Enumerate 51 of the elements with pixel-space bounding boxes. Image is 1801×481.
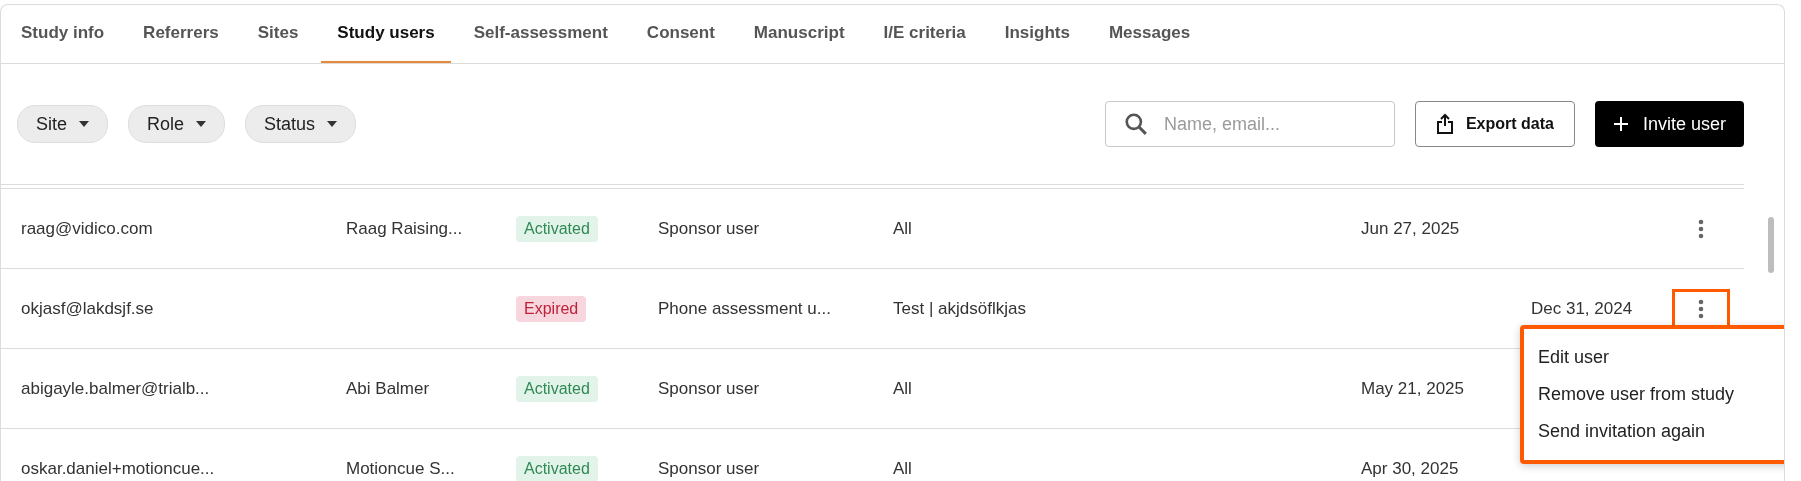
- table-cell-text: All: [893, 458, 913, 479]
- menu-item[interactable]: Remove user from study: [1524, 376, 1749, 413]
- table-cell-text: Sponsor user: [658, 218, 761, 239]
- table-cell-text: All: [893, 218, 913, 239]
- table-cell-text: Raag Raising...: [346, 218, 464, 239]
- table-cell-text: Sponsor user: [658, 378, 761, 399]
- caret-icon: [327, 121, 338, 127]
- kebab-icon: [1698, 218, 1704, 239]
- table-cell-text: Phone assessment u...: [658, 298, 832, 319]
- tab[interactable]: Manuscript: [737, 5, 861, 63]
- filter-dropdown[interactable]: Status: [245, 105, 357, 143]
- tab[interactable]: Self-assessment: [457, 5, 624, 63]
- tab[interactable]: I/E criteria: [867, 5, 982, 63]
- menu-item[interactable]: Send invitation again: [1524, 413, 1720, 450]
- tab[interactable]: Referrers: [127, 5, 235, 63]
- status-badge: Expired: [516, 295, 587, 322]
- tab[interactable]: Consent: [630, 5, 731, 63]
- scrollbar[interactable]: [1768, 217, 1774, 273]
- tab[interactable]: Study users: [321, 5, 451, 63]
- table-cell-text: Dec 31, 2024: [1531, 298, 1634, 319]
- table-cell-text: Test | akjdsöflkjas: [893, 298, 1027, 319]
- kebab-icon: [1698, 298, 1704, 319]
- status-badge: Activated: [516, 455, 598, 481]
- plus-icon: [1612, 116, 1629, 132]
- filter-dropdown[interactable]: Site: [17, 105, 109, 143]
- tab[interactable]: Study info: [5, 5, 121, 63]
- table-cell-text: Motioncue S...: [346, 458, 456, 479]
- export-button[interactable]: Export data: [1414, 101, 1575, 147]
- table-cell-text: May 21, 2025: [1361, 378, 1465, 399]
- filter-dropdown[interactable]: Role: [128, 105, 226, 143]
- table-cell-text: abigayle.balmer@trialb...: [21, 378, 211, 399]
- status-badge: Activated: [516, 375, 598, 402]
- table-cell-text: okjasf@lakdsjf.se: [21, 298, 155, 319]
- table-cell-text: Apr 30, 2025: [1361, 458, 1460, 479]
- table-cell-text: Abi Balmer: [346, 378, 431, 399]
- table-cell-text: Jun 27, 2025: [1361, 218, 1461, 239]
- tab[interactable]: Messages: [1092, 5, 1207, 63]
- table-cell-text: Sponsor user: [658, 458, 761, 479]
- table-cell-text: raag@vidico.com: [21, 218, 154, 239]
- invite-button[interactable]: Invite user: [1594, 101, 1744, 147]
- tab[interactable]: Insights: [988, 5, 1086, 63]
- caret-icon: [196, 121, 207, 127]
- share-icon: [1435, 113, 1454, 135]
- status-badge: Activated: [516, 215, 598, 242]
- search-field[interactable]: Name, email...: [1104, 101, 1395, 147]
- tab[interactable]: Sites: [241, 5, 315, 63]
- search-icon: [1123, 112, 1148, 136]
- menu-item[interactable]: Edit user: [1524, 339, 1624, 376]
- table-cell-text: All: [893, 378, 913, 399]
- caret-icon: [79, 121, 90, 127]
- table-cell-text: oskar.daniel+motioncue...: [21, 458, 216, 479]
